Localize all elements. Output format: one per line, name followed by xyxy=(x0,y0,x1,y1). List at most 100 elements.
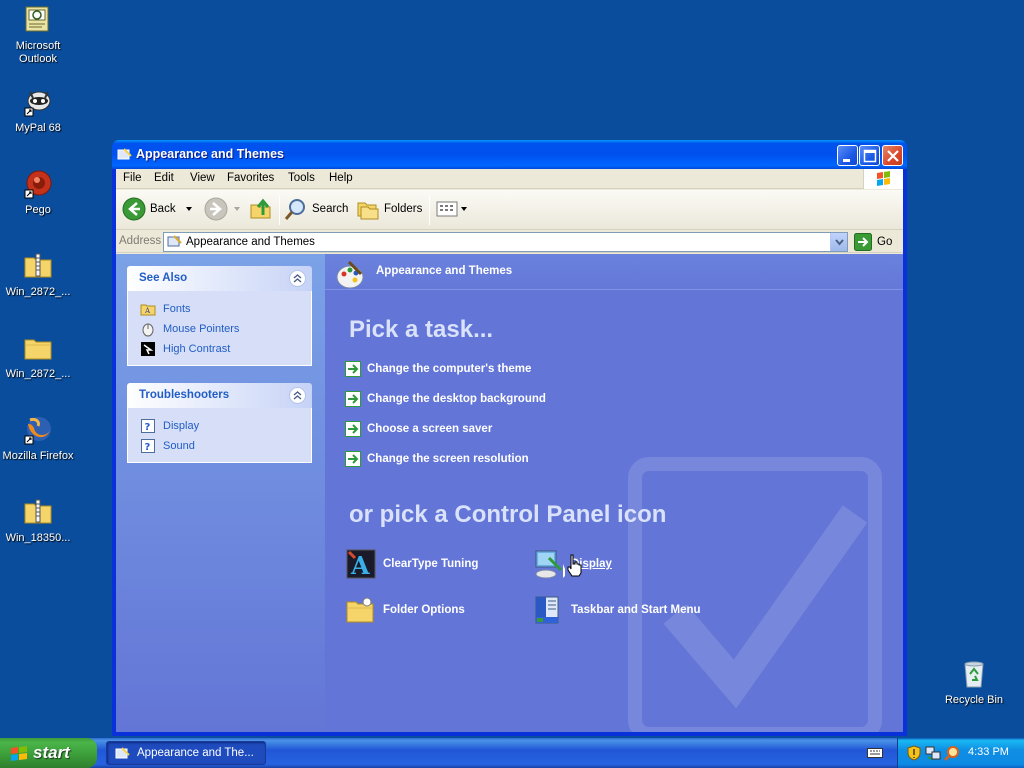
forward-arrow-icon xyxy=(204,197,228,221)
troubleshooters-box: Troubleshooters ? Display ? Sound xyxy=(127,383,312,463)
desktop-icon-label: Win_2872_... xyxy=(5,368,71,380)
desktop-icon-label: MyPal 68 xyxy=(15,122,61,134)
zip-folder-icon xyxy=(24,253,52,278)
link-mouse-pointers[interactable]: Mouse Pointers xyxy=(128,319,311,339)
svg-text:?: ? xyxy=(145,442,151,453)
desktop-icon-recycle-bin[interactable]: Recycle Bin xyxy=(936,658,1012,707)
task-pane: See Also A Fonts Mouse Pointers High Con… xyxy=(116,254,325,732)
category-header: Appearance and Themes xyxy=(325,254,903,290)
troubleshooters-header[interactable]: Troubleshooters xyxy=(127,383,312,408)
back-label: Back xyxy=(150,203,176,215)
minimize-button[interactable] xyxy=(837,145,858,166)
menu-edit[interactable]: Edit xyxy=(154,172,174,184)
desktop-icon-pego[interactable]: Pego xyxy=(0,168,76,217)
search-icon[interactable] xyxy=(944,745,960,761)
up-folder-button[interactable] xyxy=(249,194,273,224)
desktop-icon-folder[interactable]: Win_2872_... xyxy=(0,332,76,381)
back-button[interactable]: Back xyxy=(122,194,196,224)
close-button[interactable] xyxy=(882,145,903,166)
pick-icon-heading: or pick a Control Panel icon xyxy=(349,501,667,528)
fonts-folder-icon: A xyxy=(140,304,156,316)
menu-help[interactable]: Help xyxy=(329,172,353,184)
window-client: File Edit View Favorites Tools Help Back… xyxy=(116,169,903,732)
windows-flag-icon xyxy=(877,171,890,186)
desktop-icon-label: Win_2872_... xyxy=(5,286,71,298)
taskbar-button-appearance[interactable]: Appearance and The... xyxy=(106,741,266,765)
clock[interactable]: 4:33 PM xyxy=(968,746,1009,758)
system-tray: 4:33 PM xyxy=(897,738,1024,768)
menu-view[interactable]: View xyxy=(190,172,215,184)
desktop-icon-outlook[interactable]: Microsoft Outlook xyxy=(0,4,76,66)
desktop-icon-label: Pego xyxy=(25,204,51,216)
menu-bar: File Edit View Favorites Tools Help xyxy=(116,169,903,189)
chevron-down-icon xyxy=(835,239,844,246)
task-arrow-icon xyxy=(345,421,361,437)
cp-icon-label: Folder Options xyxy=(383,604,465,616)
cp-icon-cleartype[interactable]: A ClearType Tuning xyxy=(345,548,478,580)
views-button[interactable] xyxy=(435,194,469,224)
address-value: Appearance and Themes xyxy=(186,236,315,248)
chevron-down-icon[interactable] xyxy=(459,204,469,214)
forward-button[interactable] xyxy=(204,194,244,224)
network-icon[interactable] xyxy=(925,745,941,761)
back-arrow-icon xyxy=(122,197,146,221)
pego-icon xyxy=(24,170,52,199)
task-screen-saver[interactable]: Choose a screen saver xyxy=(345,420,492,438)
menu-tools[interactable]: Tools xyxy=(288,172,315,184)
menu-file[interactable]: File xyxy=(123,172,142,184)
search-icon xyxy=(284,199,305,220)
task-change-background[interactable]: Change the desktop background xyxy=(345,390,546,408)
link-label: Mouse Pointers xyxy=(163,323,240,335)
search-button[interactable]: Search xyxy=(284,194,348,224)
link-label: Fonts xyxy=(163,303,191,315)
security-shield-icon[interactable] xyxy=(906,745,922,761)
task-arrow-icon xyxy=(345,451,361,467)
desktop-icon-firefox[interactable]: Mozilla Firefox xyxy=(0,414,76,463)
collapse-button[interactable] xyxy=(289,270,306,287)
toolbar-separator xyxy=(429,195,430,225)
appearance-window: Appearance and Themes File Edit View Fav… xyxy=(112,140,907,736)
address-bar: Address Appearance and Themes Go xyxy=(116,231,903,253)
task-arrow-icon xyxy=(345,361,361,377)
link-high-contrast[interactable]: High Contrast xyxy=(128,339,311,359)
minimize-icon xyxy=(843,159,850,162)
link-sound-troubleshooter[interactable]: ? Sound xyxy=(128,436,311,456)
address-field[interactable]: Appearance and Themes xyxy=(163,232,848,252)
folders-button[interactable]: Folders xyxy=(356,194,422,224)
go-arrow-icon xyxy=(854,233,872,251)
desktop-icon-zip-2[interactable]: Win_18350... xyxy=(0,496,76,545)
help-icon: ? xyxy=(141,419,155,433)
address-dropdown-button[interactable] xyxy=(830,233,847,251)
go-button[interactable]: Go xyxy=(854,232,892,252)
task-screen-resolution[interactable]: Change the screen resolution xyxy=(345,450,529,468)
link-fonts[interactable]: A Fonts xyxy=(128,299,311,319)
task-arrow-icon xyxy=(345,391,361,407)
desktop-icon-label: Win_18350... xyxy=(5,532,71,544)
desktop-icon-label: Recycle Bin xyxy=(944,694,1004,706)
task-change-theme[interactable]: Change the computer's theme xyxy=(345,360,531,378)
chevron-down-icon[interactable] xyxy=(230,204,244,214)
maximize-button[interactable] xyxy=(859,145,880,166)
up-folder-icon xyxy=(250,198,271,219)
desktop-icon-mypal[interactable]: MyPal 68 xyxy=(0,86,76,135)
link-display-troubleshooter[interactable]: ? Display xyxy=(128,416,311,436)
desktop-icon-label: Microsoft Outlook xyxy=(15,40,61,65)
keyboard-icon[interactable] xyxy=(867,747,883,759)
desktop-icon-zip-1[interactable]: Win_2872_... xyxy=(0,250,76,299)
collapse-button[interactable] xyxy=(289,387,306,404)
chevron-down-icon[interactable] xyxy=(182,204,196,214)
task-label: Change the desktop background xyxy=(367,393,546,405)
address-label: Address xyxy=(119,235,162,247)
category-title: Appearance and Themes xyxy=(376,265,513,277)
start-button[interactable]: start xyxy=(0,738,97,768)
close-icon xyxy=(887,150,899,162)
title-bar[interactable]: Appearance and Themes xyxy=(112,140,907,169)
windows-logo xyxy=(863,169,903,189)
cp-icon-taskbar-start[interactable]: Taskbar and Start Menu xyxy=(533,594,701,626)
category-content: Appearance and Themes Pick a task... Cha… xyxy=(325,254,903,732)
start-label: start xyxy=(33,743,70,762)
menu-favorites[interactable]: Favorites xyxy=(227,172,274,184)
cp-icon-folder-options[interactable]: Folder Options xyxy=(345,594,465,626)
task-label: Choose a screen saver xyxy=(367,423,493,435)
see-also-header[interactable]: See Also xyxy=(127,266,312,291)
